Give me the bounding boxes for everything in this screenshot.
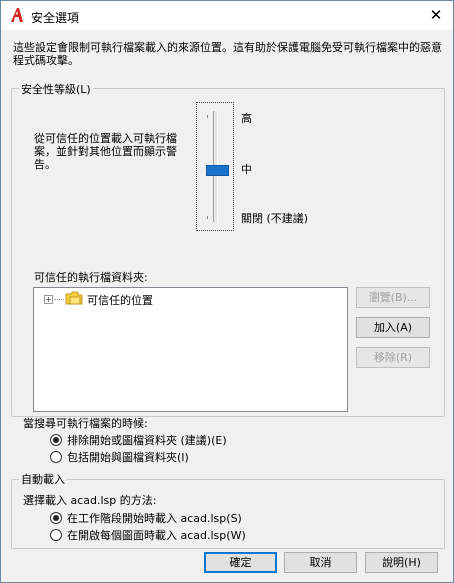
autoload-method-label: 選擇載入 acad.lsp 的方法:	[23, 494, 157, 507]
close-button[interactable]: ✕	[419, 1, 453, 30]
browse-button[interactable]: 瀏覽(B)...	[356, 287, 430, 308]
help-button[interactable]: 說明(H)	[365, 552, 438, 573]
load-per-drawing-label[interactable]: 在開啟每個圖面時載入 acad.lsp(W)	[67, 529, 246, 542]
tree-connector	[54, 299, 64, 300]
ok-button[interactable]: 確定	[204, 552, 277, 573]
include-folders-label[interactable]: 包括開始與圖檔資料夾(I)	[67, 451, 189, 464]
trusted-folder-icon	[65, 291, 83, 305]
autoload-label: 自動載入	[19, 473, 67, 486]
load-per-session-radio[interactable]	[50, 512, 62, 524]
search-option-label: 當搜尋可執行檔案的時候:	[23, 417, 148, 430]
tree-item-trusted-locations[interactable]: 可信任的位置	[87, 292, 153, 308]
security-level-slider[interactable]	[196, 102, 234, 231]
cancel-button[interactable]: 取消	[284, 552, 357, 573]
security-level-label: 安全性等級(L)	[19, 83, 93, 96]
load-per-session-label[interactable]: 在工作階段開始時載入 acad.lsp(S)	[67, 512, 242, 525]
title-bar: 安全選項 ✕	[1, 1, 453, 30]
slider-tick	[207, 216, 208, 219]
tree-expand-icon[interactable]: +	[44, 295, 53, 304]
exclude-folders-label[interactable]: 排除開始或圖檔資料夾 (建議)(E)	[67, 434, 227, 447]
window-title: 安全選項	[31, 11, 80, 25]
level-medium-label: 中	[241, 163, 252, 176]
slider-thumb[interactable]	[206, 165, 229, 176]
security-options-dialog: 安全選項 ✕ 這些設定會限制可執行檔案載入的來源位置。這有助於保護電腦免受可執行…	[0, 0, 454, 583]
add-button[interactable]: 加入(A)	[356, 317, 430, 338]
exclude-folders-radio[interactable]	[50, 434, 62, 446]
trusted-folders-label: 可信任的執行檔資料夾:	[34, 271, 148, 284]
trusted-folders-tree[interactable]: + 可信任的位置	[33, 287, 348, 412]
include-folders-radio[interactable]	[50, 451, 62, 463]
level-high-label: 高	[241, 112, 252, 125]
remove-button[interactable]: 移除(R)	[356, 347, 430, 368]
load-per-drawing-radio[interactable]	[50, 529, 62, 541]
slider-tick	[207, 115, 208, 118]
description-text: 這些設定會限制可執行檔案載入的來源位置。這有助於保護電腦免受可執行檔案中的惡意程…	[13, 41, 442, 67]
security-level-explanation: 從可信任的位置載入可執行檔案，並針對其他位置而顯示警告。	[34, 132, 177, 171]
autocad-logo-icon	[11, 8, 23, 22]
level-off-label: 關閉 (不建議)	[241, 212, 309, 225]
